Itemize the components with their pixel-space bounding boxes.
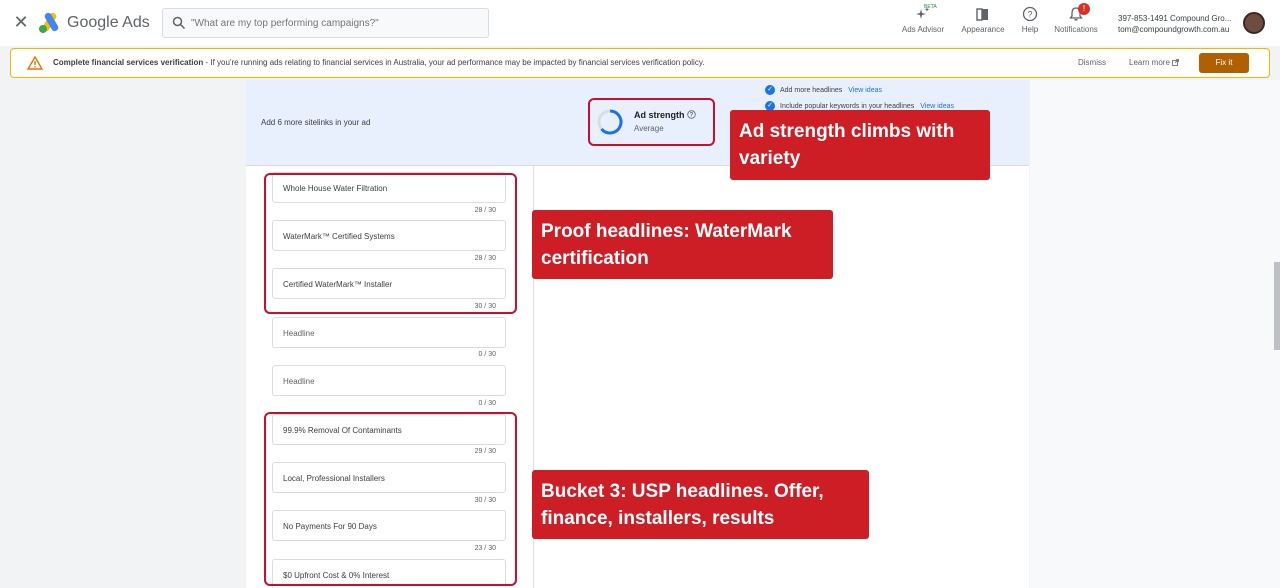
ads-advisor-button[interactable]: BETA Ads Advisor (900, 4, 946, 34)
tip-add-headlines: ✓ Add more headlines View ideas (765, 85, 882, 95)
dismiss-button[interactable]: Dismiss (1078, 58, 1106, 67)
notifications-badge: ! (1078, 3, 1090, 15)
top-bar: ✕ Google Ads BETA Ads Advisor (0, 0, 1280, 46)
banner-message: Complete financial services verification… (53, 58, 704, 67)
headline-field-empty[interactable]: Headline (272, 365, 506, 396)
page: ✕ Google Ads BETA Ads Advisor (0, 0, 1280, 588)
check-icon: ✓ (765, 85, 775, 95)
help-icon: ? (1022, 6, 1038, 22)
learn-more-link[interactable]: Learn more (1129, 58, 1180, 67)
account-info[interactable]: 397-853-1491 Compound Gro... tom@compoun… (1118, 13, 1231, 35)
appearance-label: Appearance (961, 25, 1005, 34)
tip-text: Add more headlines (780, 86, 843, 94)
scrollbar[interactable] (1274, 262, 1280, 350)
appearance-icon (976, 8, 988, 21)
banner-title: Complete financial services verification (53, 58, 204, 67)
learn-more-label: Learn more (1129, 58, 1170, 67)
financial-verification-banner: Complete financial services verification… (10, 48, 1270, 78)
close-icon[interactable]: ✕ (12, 12, 30, 32)
account-email: tom@compoundgrowth.com.au (1118, 25, 1230, 34)
usp-headlines-highlight (264, 412, 517, 586)
account-name: 397-853-1491 Compound Gro... (1118, 14, 1232, 23)
char-count: 0 / 30 (478, 400, 496, 407)
external-link-icon (1172, 59, 1180, 67)
headline-field-empty[interactable]: Headline (272, 317, 506, 348)
char-count: 0 / 30 (478, 351, 496, 358)
view-ideas-link[interactable]: View ideas (920, 103, 954, 110)
google-ads-logo (39, 12, 59, 33)
fix-it-button[interactable]: Fix it (1199, 53, 1249, 73)
search-input[interactable] (191, 14, 481, 32)
callout-proof-headlines: Proof headlines: WaterMark certification (532, 210, 833, 279)
sitelinks-hint: Add 6 more sitelinks in your ad (261, 118, 371, 127)
ads-advisor-label: Ads Advisor (901, 25, 945, 34)
banner-text: - If you're running ads relating to fina… (203, 58, 705, 67)
callout-ad-strength: Ad strength climbs with variety (730, 110, 990, 180)
brand-name: Google Ads (67, 14, 150, 31)
beta-badge: BETA (924, 4, 937, 10)
search-box[interactable] (162, 8, 489, 38)
right-panel (1030, 80, 1280, 588)
proof-headlines-highlight (264, 173, 517, 314)
search-icon (172, 16, 186, 30)
notifications-label: Notifications (1054, 25, 1098, 34)
tip-text: Include popular keywords in your headlin… (780, 102, 915, 110)
callout-usp-headlines: Bucket 3: USP headlines. Offer, finance,… (532, 470, 869, 539)
help-label: Help (1021, 25, 1039, 34)
appearance-button[interactable]: Appearance (960, 6, 1006, 34)
warning-icon (27, 56, 43, 70)
help-button[interactable]: ? Help (1018, 6, 1042, 34)
notifications-button[interactable]: ! Notifications (1052, 3, 1100, 34)
view-ideas-link[interactable]: View ideas (848, 87, 882, 94)
ad-strength-highlight (588, 98, 715, 146)
avatar[interactable] (1243, 12, 1265, 34)
svg-text:?: ? (1027, 10, 1032, 20)
